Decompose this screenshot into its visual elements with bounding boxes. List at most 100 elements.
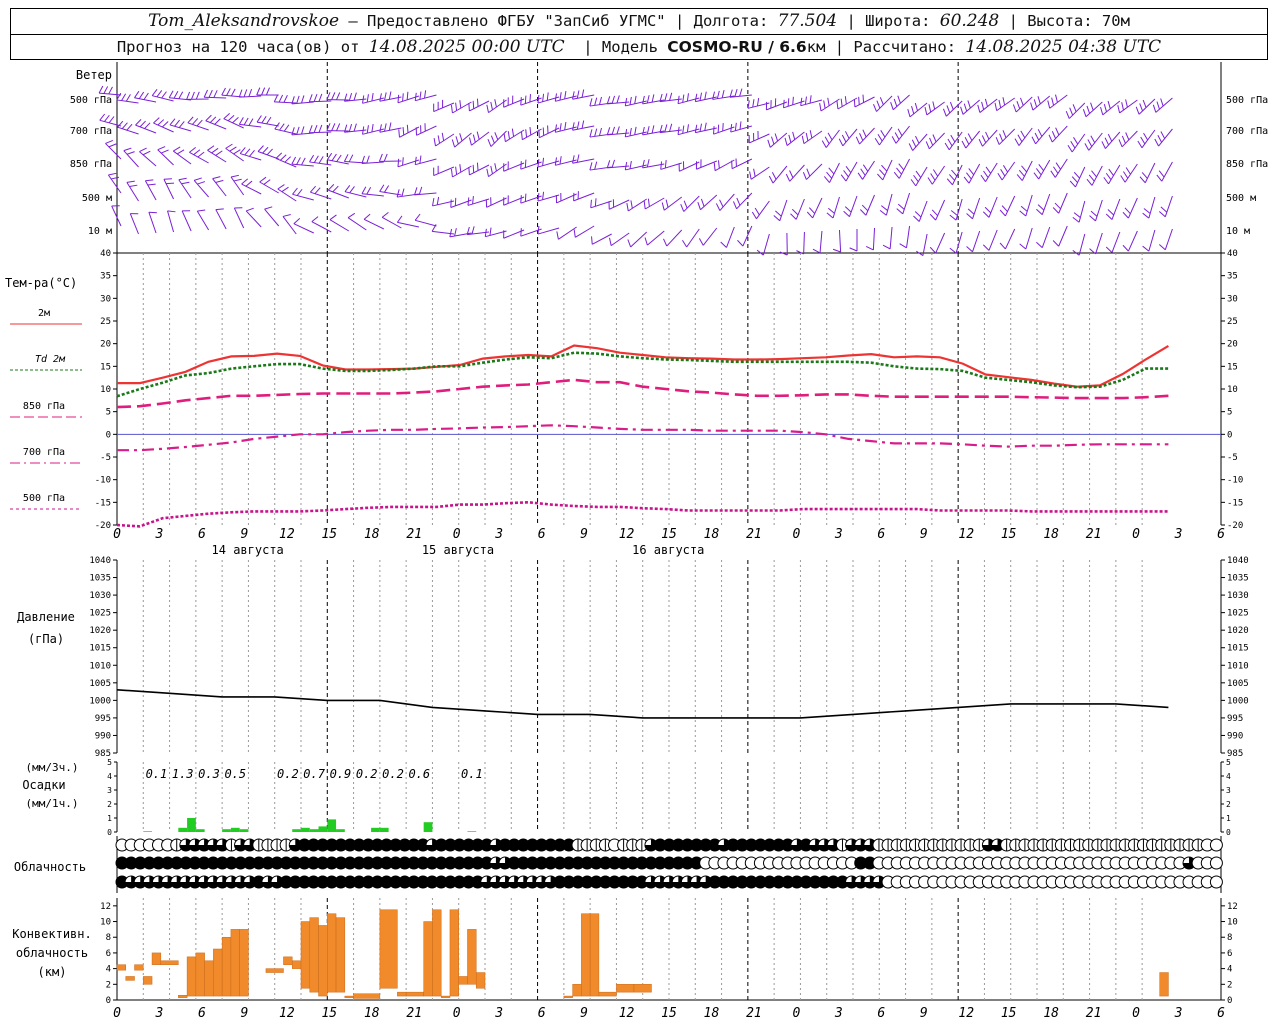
wind-barb-feather — [732, 201, 738, 210]
convective-bar — [178, 995, 188, 998]
wind-barb-feather — [812, 248, 821, 254]
wind-barb-feather — [844, 131, 850, 139]
wind-barb-feather — [606, 127, 611, 136]
wind-barb-shaft — [912, 133, 928, 151]
wind-barb — [1019, 227, 1033, 250]
wind-barb-feather — [898, 163, 905, 171]
wind-level-label: 10 м — [88, 226, 112, 237]
wind-barb-feather — [197, 181, 206, 185]
wind-barb — [1072, 200, 1086, 223]
wind-barb-feather — [665, 199, 669, 208]
wind-barb-feather — [371, 92, 374, 102]
wind-barb-shaft — [945, 100, 963, 117]
cloud-circle — [1209, 838, 1223, 852]
wind-barb-shaft — [233, 207, 245, 229]
wind-barb-feather — [629, 96, 632, 105]
wind-barb — [1072, 233, 1086, 256]
wind-barb-feather — [737, 239, 744, 247]
temp-xtick-label: 9 — [240, 527, 248, 542]
wind-barb-feather — [1120, 175, 1126, 183]
wind-barb — [1122, 230, 1138, 252]
wind-barb-feather — [982, 211, 990, 218]
wind-barb — [806, 197, 823, 219]
wind-barb-shaft — [1161, 161, 1173, 182]
wind-barb-shaft — [292, 193, 314, 201]
wind-barb — [1082, 101, 1103, 118]
wind-barb — [785, 164, 805, 182]
wind-barb-feather — [1070, 141, 1076, 149]
wind-barb-feather — [524, 95, 527, 104]
wind-barb-shaft — [592, 233, 612, 245]
wind-barb-feather — [1117, 105, 1121, 114]
wind-barb — [117, 120, 139, 135]
wind-barb-feather — [537, 193, 540, 202]
wind-barb-feather — [139, 120, 146, 128]
wind-barb-feather — [627, 239, 632, 248]
precip-bar — [423, 822, 433, 832]
wind-barb-shaft — [918, 200, 928, 222]
wind-barb — [169, 118, 192, 132]
wind-barb-feather — [1014, 138, 1020, 146]
wind-barb-feather — [1000, 169, 1006, 177]
wind-barb-shaft — [173, 150, 192, 165]
wind-barb-feather — [828, 207, 835, 214]
wind-barb-feather — [238, 89, 243, 98]
wind-barb-feather — [144, 122, 151, 129]
wind-barb-feather — [968, 168, 975, 176]
wind-barb-feather — [819, 103, 822, 112]
convective-bar — [239, 929, 249, 997]
wind-barb-feather — [910, 179, 917, 187]
temp-ytick-label: -5 — [100, 453, 111, 463]
wind-barb-feather — [734, 88, 738, 97]
wind-barb-shaft — [838, 229, 842, 252]
wind-barb-feather — [907, 109, 911, 117]
wind-barb-feather — [929, 213, 937, 221]
wind-barb-feather — [1051, 97, 1055, 106]
wind-barb — [1152, 97, 1173, 113]
wind-barb-feather — [256, 115, 262, 123]
wind-barb — [573, 225, 595, 238]
wind-barb-feather — [265, 87, 270, 96]
wind-barb-feather — [1105, 246, 1113, 253]
cloud-symbol — [1209, 856, 1223, 870]
wind-barb-feather — [223, 112, 231, 120]
wind-barb-shaft — [309, 131, 332, 134]
wind-barb-feather — [1051, 131, 1057, 139]
wind-barb-feather — [111, 176, 120, 180]
wind-barb-feather — [243, 89, 248, 98]
wind-barb — [800, 95, 823, 107]
temp-ytick-label-right: 40 — [1227, 249, 1238, 259]
conv-unit: (км) — [38, 965, 67, 979]
wind-barb-feather — [388, 122, 392, 131]
wind-barb-feather — [944, 142, 950, 151]
wind-barb-feather — [576, 90, 580, 99]
wind-barb-feather — [1103, 177, 1109, 185]
wind-barb — [433, 132, 455, 147]
wind-barb-shaft — [719, 193, 735, 211]
precip-ytick-label: 1 — [107, 814, 112, 823]
convective-bar — [344, 995, 354, 998]
wind-barb-shaft — [1111, 231, 1121, 253]
wind-barb-feather — [233, 178, 242, 182]
wind-barb-feather — [301, 157, 306, 166]
wind-barb — [698, 227, 718, 246]
wind-barb-shaft — [1095, 199, 1103, 222]
precip-ytick-label: 3 — [107, 786, 112, 795]
wind-barb — [135, 119, 157, 134]
wind-barb-feather — [982, 244, 990, 251]
wind-barb-feather — [301, 95, 305, 104]
wind-barb-feather — [1037, 96, 1041, 105]
conv-xtick-label: 3 — [494, 1006, 503, 1021]
wind-barb-feather — [873, 103, 877, 112]
wind-barb-feather — [1122, 171, 1129, 179]
wind-barb-feather — [788, 134, 792, 143]
wind-barb — [157, 146, 174, 166]
wind-barb — [767, 132, 788, 148]
temp-xtick-label: 0 — [1132, 527, 1140, 542]
station-name: Tom_Aleksandrovskoe — [148, 11, 340, 31]
wind-barb-feather — [1103, 103, 1108, 112]
wind-barb-feather — [946, 105, 951, 114]
wind-barb-feather — [396, 189, 400, 198]
wind-barb-shaft — [935, 232, 946, 254]
wind-barb-feather — [669, 123, 673, 132]
